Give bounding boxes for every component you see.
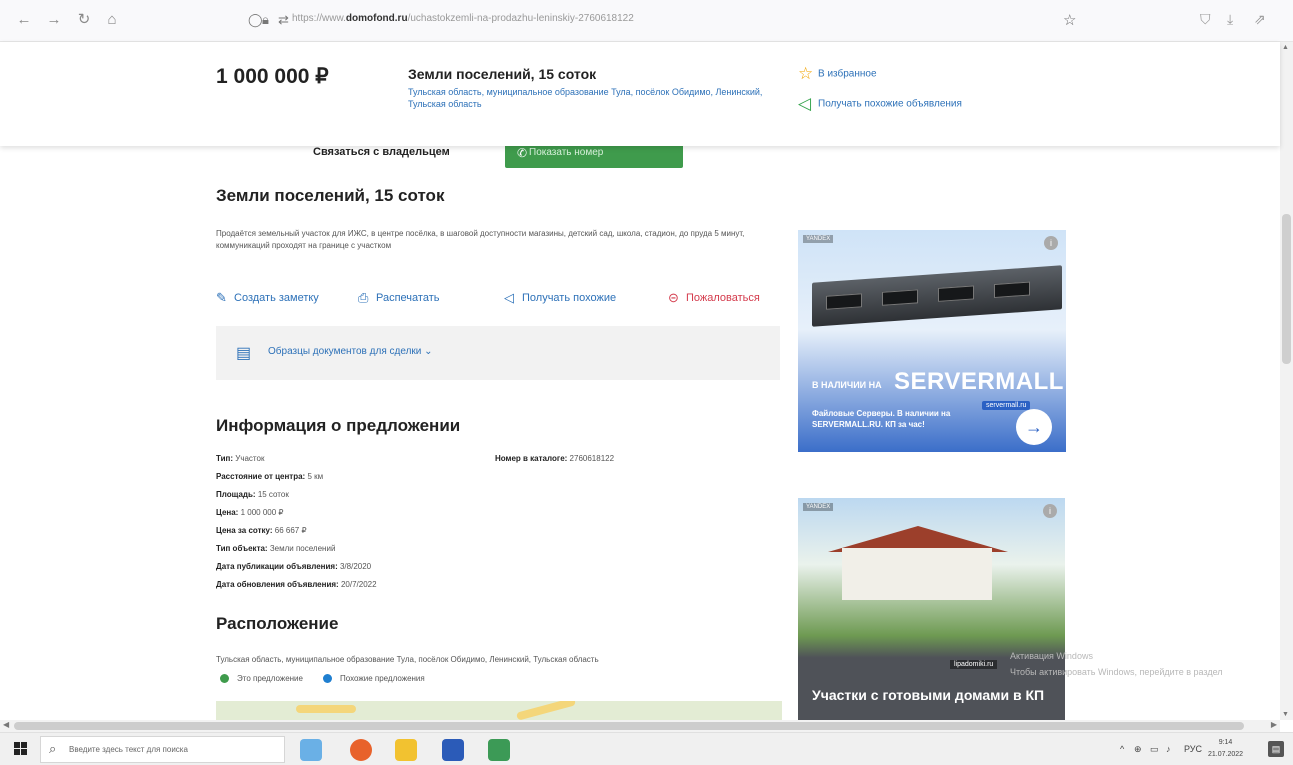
sticky-address[interactable]: Тульская область, муниципальное образова…	[408, 86, 768, 110]
windows-start-icon[interactable]	[14, 742, 28, 756]
ad-site: lipadomiki.ru	[950, 660, 998, 669]
scroll-right-icon[interactable]: ▶	[1271, 720, 1277, 729]
pocket-icon[interactable]: ⛉	[1200, 11, 1211, 28]
ad-text: Файловые Серверы. В наличии на SERVERMAL…	[812, 409, 951, 429]
file-explorer-icon[interactable]	[395, 739, 417, 761]
ad-tag: YANDEX	[803, 503, 834, 511]
notifications-icon[interactable]: ▤	[1268, 741, 1284, 757]
forward-icon[interactable]: →	[44, 10, 64, 30]
bell-icon: ◁	[504, 290, 514, 305]
windows-taskbar: ⌕ Введите здесь текст для поиска ^ ⊕ ▭ ♪…	[0, 732, 1293, 765]
download-icon[interactable]: ⤓	[1227, 11, 1233, 28]
house-image	[842, 548, 992, 600]
legend-this-offer: Это предложение	[220, 674, 303, 684]
ad-brand-prefix: В НАЛИЧИИ НА	[812, 380, 882, 390]
volume-icon[interactable]: ♪	[1166, 744, 1171, 754]
info-row: Дата публикации объявления: 3/8/2020	[216, 562, 372, 571]
info-row: Дата обновления объявления: 20/7/2022	[216, 580, 377, 589]
favorite-link[interactable]: ☆ В избранное	[798, 64, 877, 84]
lock-icon[interactable]: 🔒︎	[262, 12, 269, 28]
location-heading: Расположение	[216, 614, 339, 633]
listing-description: Продаётся земельный участок для ИЖС, в ц…	[216, 229, 745, 250]
home-icon[interactable]: ⌂	[102, 10, 122, 30]
info-row: Тип: Участок	[216, 454, 265, 463]
map-road	[515, 701, 577, 721]
price: 1 000 000 ₽	[216, 65, 329, 88]
arrow-right-icon[interactable]: →	[1016, 409, 1052, 445]
chevron-down-icon: ⌄	[424, 346, 433, 357]
permissions-icon[interactable]: ⇄	[278, 12, 289, 28]
ad-title: Участки с готовыми домами в КП	[812, 687, 1045, 703]
create-note-link[interactable]: ✎ Создать заметку	[216, 290, 319, 306]
blue-dot-icon	[323, 674, 332, 684]
map-road	[296, 705, 356, 713]
sticky-listing-header: 1 000 000 ₽ Земли поселений, 15 соток Ту…	[0, 42, 1280, 146]
widgets-icon[interactable]	[300, 739, 322, 761]
back-icon[interactable]: ←	[14, 10, 34, 30]
scroll-down-icon[interactable]: ▼	[1282, 711, 1289, 718]
green-dot-icon	[220, 674, 229, 684]
server-image	[812, 265, 1062, 327]
tray-chevron-icon[interactable]: ^	[1120, 744, 1124, 754]
bookmark-star-icon[interactable]: ☆	[1063, 11, 1076, 29]
info-row: Цена: 1 000 000 ₽	[216, 508, 284, 517]
address-bar[interactable]: ◯ 🔒︎ ⇄ https://www.domofond.ru/uchastokz…	[240, 7, 1100, 35]
alert-icon: ⊝	[668, 290, 679, 305]
excel-icon[interactable]	[488, 739, 510, 761]
windows-activation-watermark: Активация Windows Чтобы активировать Win…	[1010, 651, 1223, 677]
scroll-left-icon[interactable]: ◀	[3, 720, 9, 729]
get-similar-link[interactable]: ◁ Получать похожие	[504, 290, 616, 306]
catalog-number: Номер в каталоге: 2760618122	[495, 454, 615, 463]
horizontal-scrollbar[interactable]: ◀ ▶	[0, 720, 1280, 732]
reload-icon[interactable]: ↻	[74, 10, 94, 30]
search-icon: ⌕	[49, 741, 57, 756]
ad-tag: YANDEX	[803, 235, 834, 243]
bell-icon: ◁	[798, 94, 812, 113]
listing-title: Земли поселений, 15 соток	[216, 186, 445, 205]
location-map[interactable]	[216, 701, 782, 721]
word-icon[interactable]	[442, 739, 464, 761]
taskbar-search[interactable]: ⌕ Введите здесь текст для поиска	[40, 736, 285, 763]
scroll-thumb[interactable]	[1282, 214, 1291, 364]
search-placeholder: Введите здесь текст для поиска	[69, 745, 188, 754]
scroll-thumb[interactable]	[14, 722, 1244, 730]
scroll-up-icon[interactable]: ▲	[1282, 44, 1289, 51]
printer-icon: ⎙	[358, 290, 369, 305]
info-row: Тип объекта: Земли поселений	[216, 544, 336, 553]
ad-houses[interactable]: YANDEX i lipadomiki.ru Участки с готовым…	[798, 498, 1065, 720]
info-heading: Информация о предложении	[216, 416, 461, 435]
extensions-icon[interactable]: ⇗	[1254, 11, 1266, 28]
info-icon[interactable]: i	[1043, 504, 1057, 518]
info-row: Площадь: 15 соток	[216, 490, 289, 499]
info-icon[interactable]: i	[1044, 236, 1058, 250]
report-link[interactable]: ⊝ Пожаловаться	[668, 290, 760, 306]
info-row: Расстояние от центра: 5 км	[216, 472, 324, 481]
vertical-scrollbar[interactable]: ▲ ▼	[1280, 42, 1293, 720]
contact-owner-label: Связаться с владельцем	[313, 146, 450, 158]
browser-toolbar: ← → ↻ ⌂ ◯ 🔒︎ ⇄ https://www.domofond.ru/u…	[0, 0, 1293, 42]
shield-icon[interactable]: ◯	[248, 12, 263, 28]
legend-similar-offers: Похожие предложения	[323, 674, 425, 684]
print-link[interactable]: ⎙ Распечатать	[358, 290, 439, 306]
clock[interactable]: 9:14 21.07.2022	[1208, 737, 1243, 761]
similar-notify-link[interactable]: ◁ Получать похожие объявления	[798, 94, 962, 114]
star-icon: ☆	[798, 64, 814, 83]
display-icon[interactable]: ▭	[1150, 744, 1159, 755]
firefox-icon[interactable]	[350, 739, 372, 761]
language-indicator[interactable]: РУС	[1184, 744, 1202, 754]
network-icon[interactable]: ⊕	[1134, 744, 1142, 755]
ad-brand: SERVERMALL	[894, 368, 1064, 395]
url-text[interactable]: https://www.domofond.ru/uchastokzemli-na…	[292, 13, 634, 24]
sticky-title: Земли поселений, 15 соток	[408, 66, 597, 82]
location-address: Тульская область, муниципальное образова…	[216, 655, 599, 664]
document-icon: ▤	[236, 345, 252, 362]
documents-dropdown[interactable]: ▤ Образцы документов для сделки ⌄	[216, 326, 780, 380]
info-row: Цена за сотку: 66 667 ₽	[216, 526, 307, 535]
pencil-icon: ✎	[216, 290, 227, 305]
listing-actions: ✎ Создать заметку ⎙ Распечатать ◁ Получать …	[216, 290, 786, 310]
ad-servermall[interactable]: YANDEX i В НАЛИЧИИ НА SERVERMALL serverm…	[798, 230, 1066, 452]
